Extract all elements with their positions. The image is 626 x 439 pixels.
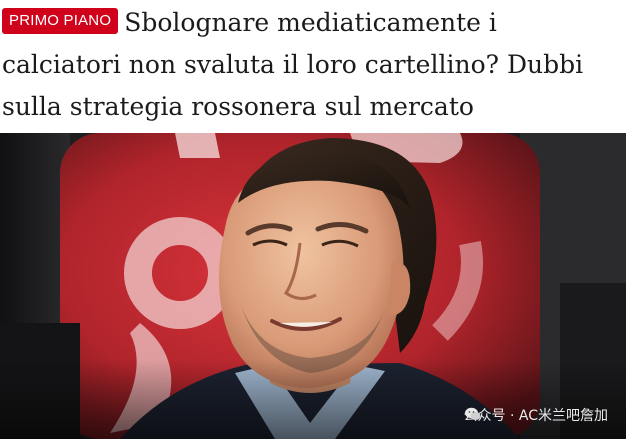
article-header: PRIMO PIANO Sbolognare mediaticamente i c… (0, 0, 626, 132)
watermark-text: 公众号 · AC米兰吧詹加 (463, 408, 608, 424)
primo-piano-badge[interactable]: PRIMO PIANO (2, 7, 119, 34)
watermark: 公众号 · AC米兰吧詹加 (464, 405, 608, 425)
article-title-block[interactable]: PRIMO PIANO Sbolognare mediaticamente i c… (2, 2, 612, 128)
photo-illustration (0, 133, 626, 439)
article-photo[interactable]: 公众号 · AC米兰吧詹加 (0, 133, 626, 439)
wechat-icon (464, 407, 481, 420)
